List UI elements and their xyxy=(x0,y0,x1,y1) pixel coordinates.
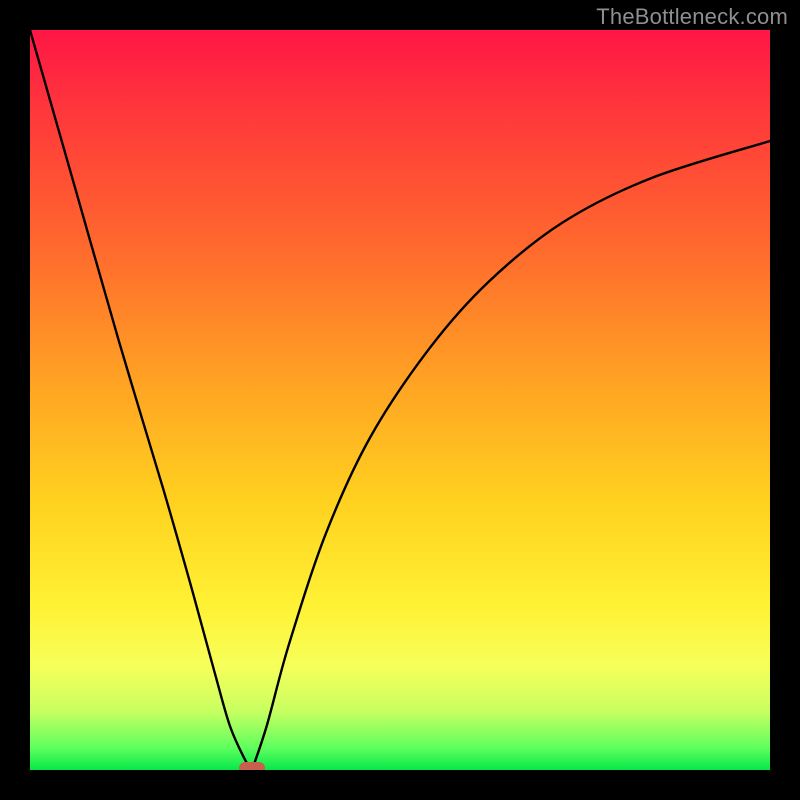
curve-right xyxy=(252,141,770,770)
plot-area xyxy=(30,30,770,770)
watermark-text: TheBottleneck.com xyxy=(596,4,788,30)
chart-frame: TheBottleneck.com xyxy=(0,0,800,800)
curve-left xyxy=(30,30,252,770)
chart-svg xyxy=(30,30,770,770)
curve-group xyxy=(30,30,770,770)
marker-group xyxy=(239,762,265,770)
min-marker xyxy=(239,762,265,770)
